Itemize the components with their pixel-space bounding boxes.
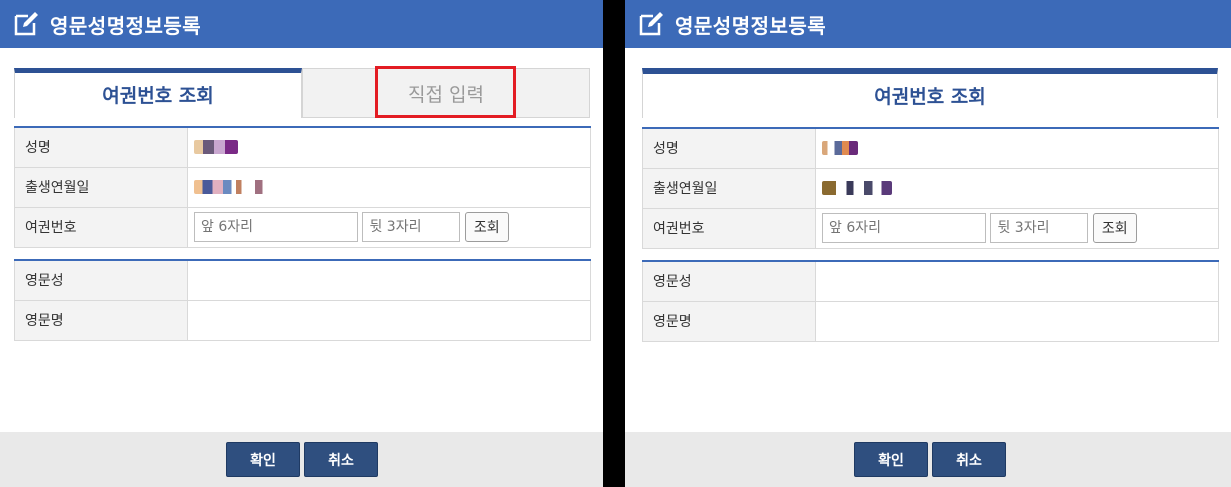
edit-icon bbox=[14, 12, 38, 36]
confirm-button[interactable]: 확인 bbox=[226, 442, 300, 477]
lookup-button[interactable]: 조회 bbox=[464, 212, 509, 242]
name-label: 성명 bbox=[14, 127, 188, 168]
tab-label: 여권번호 조회 bbox=[102, 85, 214, 107]
english-surname-label: 영문성 bbox=[642, 261, 816, 302]
dialog-title: 영문성명정보등록 bbox=[675, 13, 827, 38]
english-given-label: 영문명 bbox=[642, 301, 816, 342]
title-bar: 영문성명정보등록 bbox=[625, 0, 1231, 48]
english-name-form: 영문성 영문명 bbox=[14, 259, 591, 341]
english-given-row: 영문명 bbox=[642, 301, 1219, 342]
dialog-right: 영문성명정보등록 여권번호 조회 성명 출생연월일 여권번호 조회 bbox=[625, 0, 1231, 487]
english-surname-value bbox=[815, 261, 1219, 302]
birth-row: 출생연월일 bbox=[14, 167, 591, 208]
passport-value: 조회 bbox=[815, 208, 1219, 249]
tab-bar: 여권번호 조회 bbox=[642, 68, 1218, 118]
tab-passport-lookup[interactable]: 여권번호 조회 bbox=[642, 68, 1218, 118]
title-bar: 영문성명정보등록 bbox=[0, 0, 603, 48]
name-row: 성명 bbox=[14, 127, 591, 168]
passport-back-input[interactable] bbox=[990, 213, 1089, 243]
english-name-form: 영문성 영문명 bbox=[642, 260, 1219, 342]
passport-row: 여권번호 조회 bbox=[642, 208, 1219, 249]
lookup-button[interactable]: 조회 bbox=[1092, 213, 1137, 243]
highlight-box bbox=[375, 66, 516, 118]
masked-name bbox=[822, 141, 858, 156]
birth-label: 출생연월일 bbox=[14, 167, 188, 208]
birth-label: 출생연월일 bbox=[642, 168, 816, 209]
passport-form: 성명 출생연월일 여권번호 조회 bbox=[642, 127, 1219, 249]
english-surname-row: 영문성 bbox=[642, 261, 1219, 302]
passport-front-input[interactable] bbox=[822, 213, 986, 243]
passport-back-input[interactable] bbox=[362, 212, 461, 242]
masked-name bbox=[194, 140, 238, 155]
english-surname-row: 영문성 bbox=[14, 260, 591, 301]
edit-icon bbox=[639, 12, 663, 36]
english-given-row: 영문명 bbox=[14, 300, 591, 341]
passport-row: 여권번호 조회 bbox=[14, 207, 591, 248]
name-label: 성명 bbox=[642, 128, 816, 169]
name-row: 성명 bbox=[642, 128, 1219, 169]
birth-value bbox=[815, 168, 1219, 209]
birth-value bbox=[187, 167, 591, 208]
cancel-button[interactable]: 취소 bbox=[304, 442, 378, 477]
birth-row: 출생연월일 bbox=[642, 168, 1219, 209]
confirm-button[interactable]: 확인 bbox=[854, 442, 928, 477]
passport-label: 여권번호 bbox=[642, 208, 816, 249]
passport-front-input[interactable] bbox=[194, 212, 358, 242]
passport-value: 조회 bbox=[187, 207, 591, 248]
dialog-title: 영문성명정보등록 bbox=[50, 13, 202, 38]
english-surname-label: 영문성 bbox=[14, 260, 188, 301]
english-given-value bbox=[815, 301, 1219, 342]
dialog-left: 영문성명정보등록 여권번호 조회 직접 입력 성명 출생연월일 여권번호 앞 6… bbox=[0, 0, 603, 487]
passport-form: 성명 출생연월일 여권번호 조회 bbox=[14, 126, 591, 248]
passport-label: 여권번호 bbox=[14, 207, 188, 248]
cancel-button[interactable]: 취소 bbox=[932, 442, 1006, 477]
tab-passport-lookup[interactable]: 여권번호 조회 bbox=[14, 68, 302, 118]
english-given-label: 영문명 bbox=[14, 300, 188, 341]
tab-label: 여권번호 조회 bbox=[874, 85, 986, 108]
masked-birthdate bbox=[822, 181, 892, 195]
name-value bbox=[187, 127, 591, 168]
english-given-value bbox=[187, 300, 591, 341]
masked-birthdate bbox=[194, 180, 266, 194]
english-surname-value bbox=[187, 260, 591, 301]
footer-bar: 확인 취소 bbox=[625, 432, 1231, 487]
footer-bar: 확인 취소 bbox=[0, 432, 603, 487]
name-value bbox=[815, 128, 1219, 169]
